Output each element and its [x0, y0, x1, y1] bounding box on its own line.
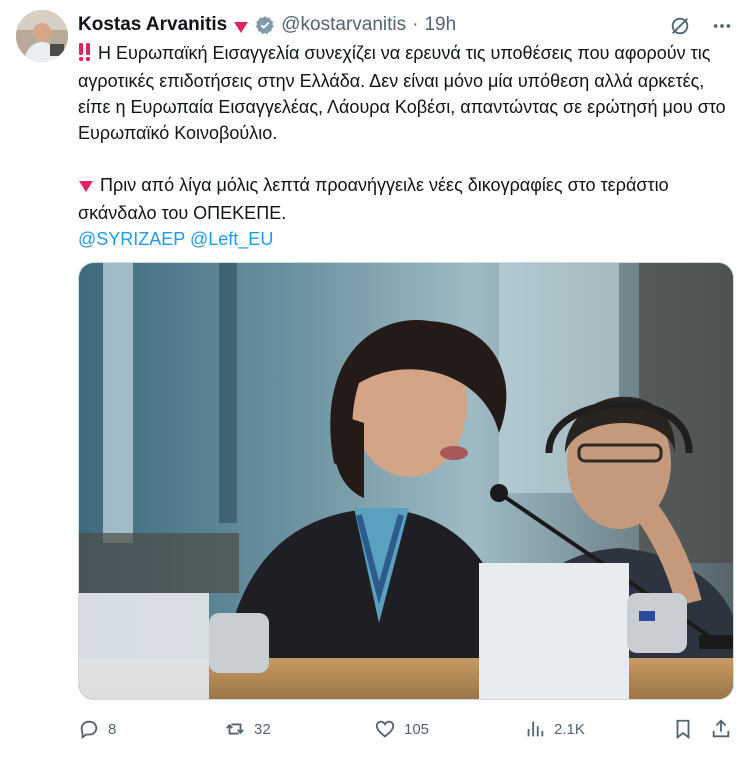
reply-icon	[80, 720, 98, 740]
author-handle[interactable]: @kostarvanitis	[281, 14, 406, 36]
repost-button[interactable]: 32	[224, 716, 271, 742]
reply-button[interactable]: 8	[78, 716, 116, 742]
tweet-header: Kostas Arvanitis @kostarvanitis · 19h	[78, 12, 456, 38]
timestamp[interactable]: 19h	[424, 14, 456, 36]
more-icon[interactable]	[710, 14, 734, 38]
grok-icon[interactable]	[668, 14, 692, 38]
repost-icon	[226, 723, 244, 735]
heart-icon	[375, 720, 395, 738]
separator-dot: ·	[412, 14, 419, 35]
double-exclamation-icon	[78, 42, 92, 68]
views-button[interactable]: 2.1K	[524, 716, 585, 742]
author-name[interactable]: Kostas Arvanitis	[78, 14, 227, 36]
reply-count: 8	[108, 720, 117, 738]
tweet-text: Η Ευρωπαϊκή Εισαγγελία συνεχίζει να ερευ…	[78, 40, 738, 252]
verified-badge-icon[interactable]	[255, 15, 275, 35]
paragraph-1-text: Η Ευρωπαϊκή Εισαγγελία συνεχίζει να ερευ…	[78, 43, 726, 143]
mention-syrizaep[interactable]: @SYRIZAEP	[78, 229, 185, 249]
bookmark-button[interactable]	[672, 716, 694, 742]
tweet-photo[interactable]	[78, 262, 734, 700]
mention-left-eu[interactable]: @Left_EU	[190, 229, 273, 249]
repost-count: 32	[254, 720, 271, 738]
views-chart-icon	[527, 721, 544, 737]
view-count: 2.1K	[554, 720, 585, 738]
top-actions	[668, 14, 734, 38]
like-count: 105	[404, 720, 430, 738]
tweet-paragraph-1: Η Ευρωπαϊκή Εισαγγελία συνεχίζει να ερευ…	[78, 40, 738, 146]
bookmark-icon	[676, 719, 690, 740]
mentions: @SYRIZAEP @Left_EU	[78, 226, 738, 252]
tweet: Kostas Arvanitis @kostarvanitis · 19h Η …	[0, 0, 750, 766]
avatar[interactable]	[16, 10, 68, 62]
tweet-actions: 8 32 105 2.1K	[78, 716, 738, 742]
share-icon	[712, 719, 730, 738]
tweet-paragraph-2: Πριν από λίγα μόλις λεπτά προανήγγειλε ν…	[78, 172, 738, 226]
share-button[interactable]	[710, 716, 732, 742]
red-triangle-down-icon	[233, 18, 249, 33]
paragraph-2-text: Πριν από λίγα μόλις λεπτά προανήγγειλε ν…	[78, 175, 669, 223]
like-button[interactable]: 105	[374, 716, 429, 742]
red-triangle-down-icon	[78, 174, 94, 200]
